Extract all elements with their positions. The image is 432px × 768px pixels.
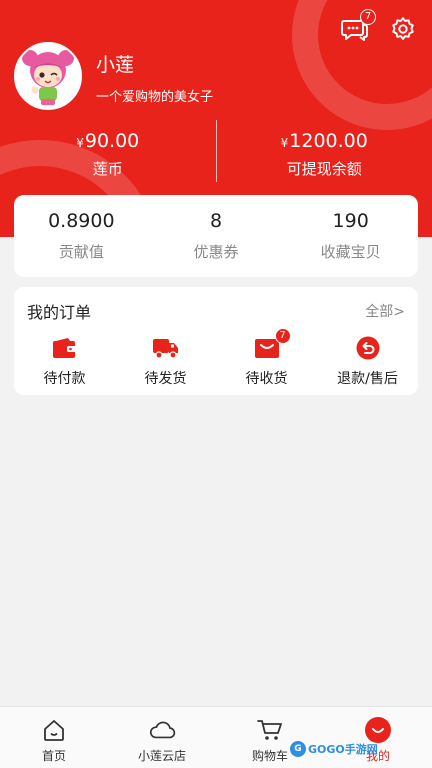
view-all-orders-link[interactable]: 全部> <box>365 301 405 321</box>
user-name: 小莲 <box>96 54 135 76</box>
currency-symbol: ¥ <box>76 136 84 150</box>
stat-value: 190 <box>332 210 369 232</box>
order-label: 待发货 <box>144 371 187 387</box>
withdrawable-balance[interactable]: ¥1200.00 可提现余额 <box>217 120 432 186</box>
lian-coin-amount: 90.00 <box>84 130 140 152</box>
withdrawable-value: ¥1200.00 <box>281 130 368 152</box>
stat-value: 0.8900 <box>48 210 115 232</box>
order-refund-aftersale[interactable]: 退款/售后 <box>317 335 418 388</box>
order-pending-shipment[interactable]: 待发货 <box>115 335 216 388</box>
wallet-icon <box>52 338 76 358</box>
lian-coin-label: 莲币 <box>92 160 123 178</box>
settings-button[interactable] <box>388 14 418 44</box>
orders-title: 我的订单 <box>27 303 92 322</box>
refund-icon <box>356 336 379 360</box>
truck-icon <box>152 339 178 359</box>
message-count-badge: 7 <box>360 9 376 25</box>
wallet-summary: ¥90.00 莲币 ¥1200.00 可提现余额 <box>0 120 432 186</box>
tab-label: 首页 <box>41 749 66 763</box>
watermark-text: GOGO手游网 <box>308 743 378 756</box>
orders-header: 我的订单 全部> <box>27 299 405 323</box>
user-signature: 一个爱购物的美女子 <box>96 90 214 105</box>
order-label: 退款/售后 <box>337 371 398 387</box>
stats-card: 0.8900 贡献值 8 优惠券 190 收藏宝贝 <box>14 195 418 277</box>
tab-home[interactable]: 首页 <box>0 707 108 768</box>
cartoon-girl-avatar-icon <box>16 44 80 108</box>
watermark: G GOGO手游网 <box>290 739 378 759</box>
stat-coupons[interactable]: 8 优惠券 <box>149 195 284 277</box>
header-actions: 7 <box>340 9 418 44</box>
lian-coin-value: ¥90.00 <box>76 130 139 152</box>
stat-label: 收藏宝贝 <box>320 243 381 261</box>
currency-symbol: ¥ <box>280 136 289 150</box>
cloud-icon <box>149 721 176 739</box>
tab-label: 购物车 <box>251 749 288 763</box>
avatar[interactable] <box>14 42 82 110</box>
gogo-logo-icon: G <box>290 741 306 757</box>
message-button[interactable]: 7 <box>340 9 376 44</box>
stat-label: 贡献值 <box>58 243 104 261</box>
orders-card: 我的订单 全部> 待付款 待发货 7 待收货 退款/售后 <box>14 287 418 395</box>
order-status-row: 待付款 待发货 7 待收货 退款/售后 <box>14 328 418 388</box>
stat-contribution[interactable]: 0.8900 贡献值 <box>14 195 149 277</box>
order-count-badge: 7 <box>274 328 291 344</box>
stat-value: 8 <box>209 210 223 232</box>
order-pending-payment[interactable]: 待付款 <box>14 335 115 388</box>
order-label: 待付款 <box>43 371 86 387</box>
order-pending-receipt[interactable]: 7 待收货 <box>216 328 317 388</box>
cart-icon <box>257 720 282 740</box>
withdrawable-amount: 1200.00 <box>289 130 368 152</box>
order-label: 待收货 <box>245 371 288 387</box>
gear-icon <box>392 17 414 40</box>
stat-favorites[interactable]: 190 收藏宝贝 <box>283 195 418 277</box>
stat-label: 优惠券 <box>193 243 239 261</box>
tab-label: 小莲云店 <box>137 749 186 763</box>
withdrawable-label: 可提现余额 <box>286 160 362 178</box>
tab-cloud-store[interactable]: 小莲云店 <box>108 707 216 768</box>
lian-coin-balance[interactable]: ¥90.00 莲币 <box>0 120 216 186</box>
home-icon <box>44 720 64 741</box>
